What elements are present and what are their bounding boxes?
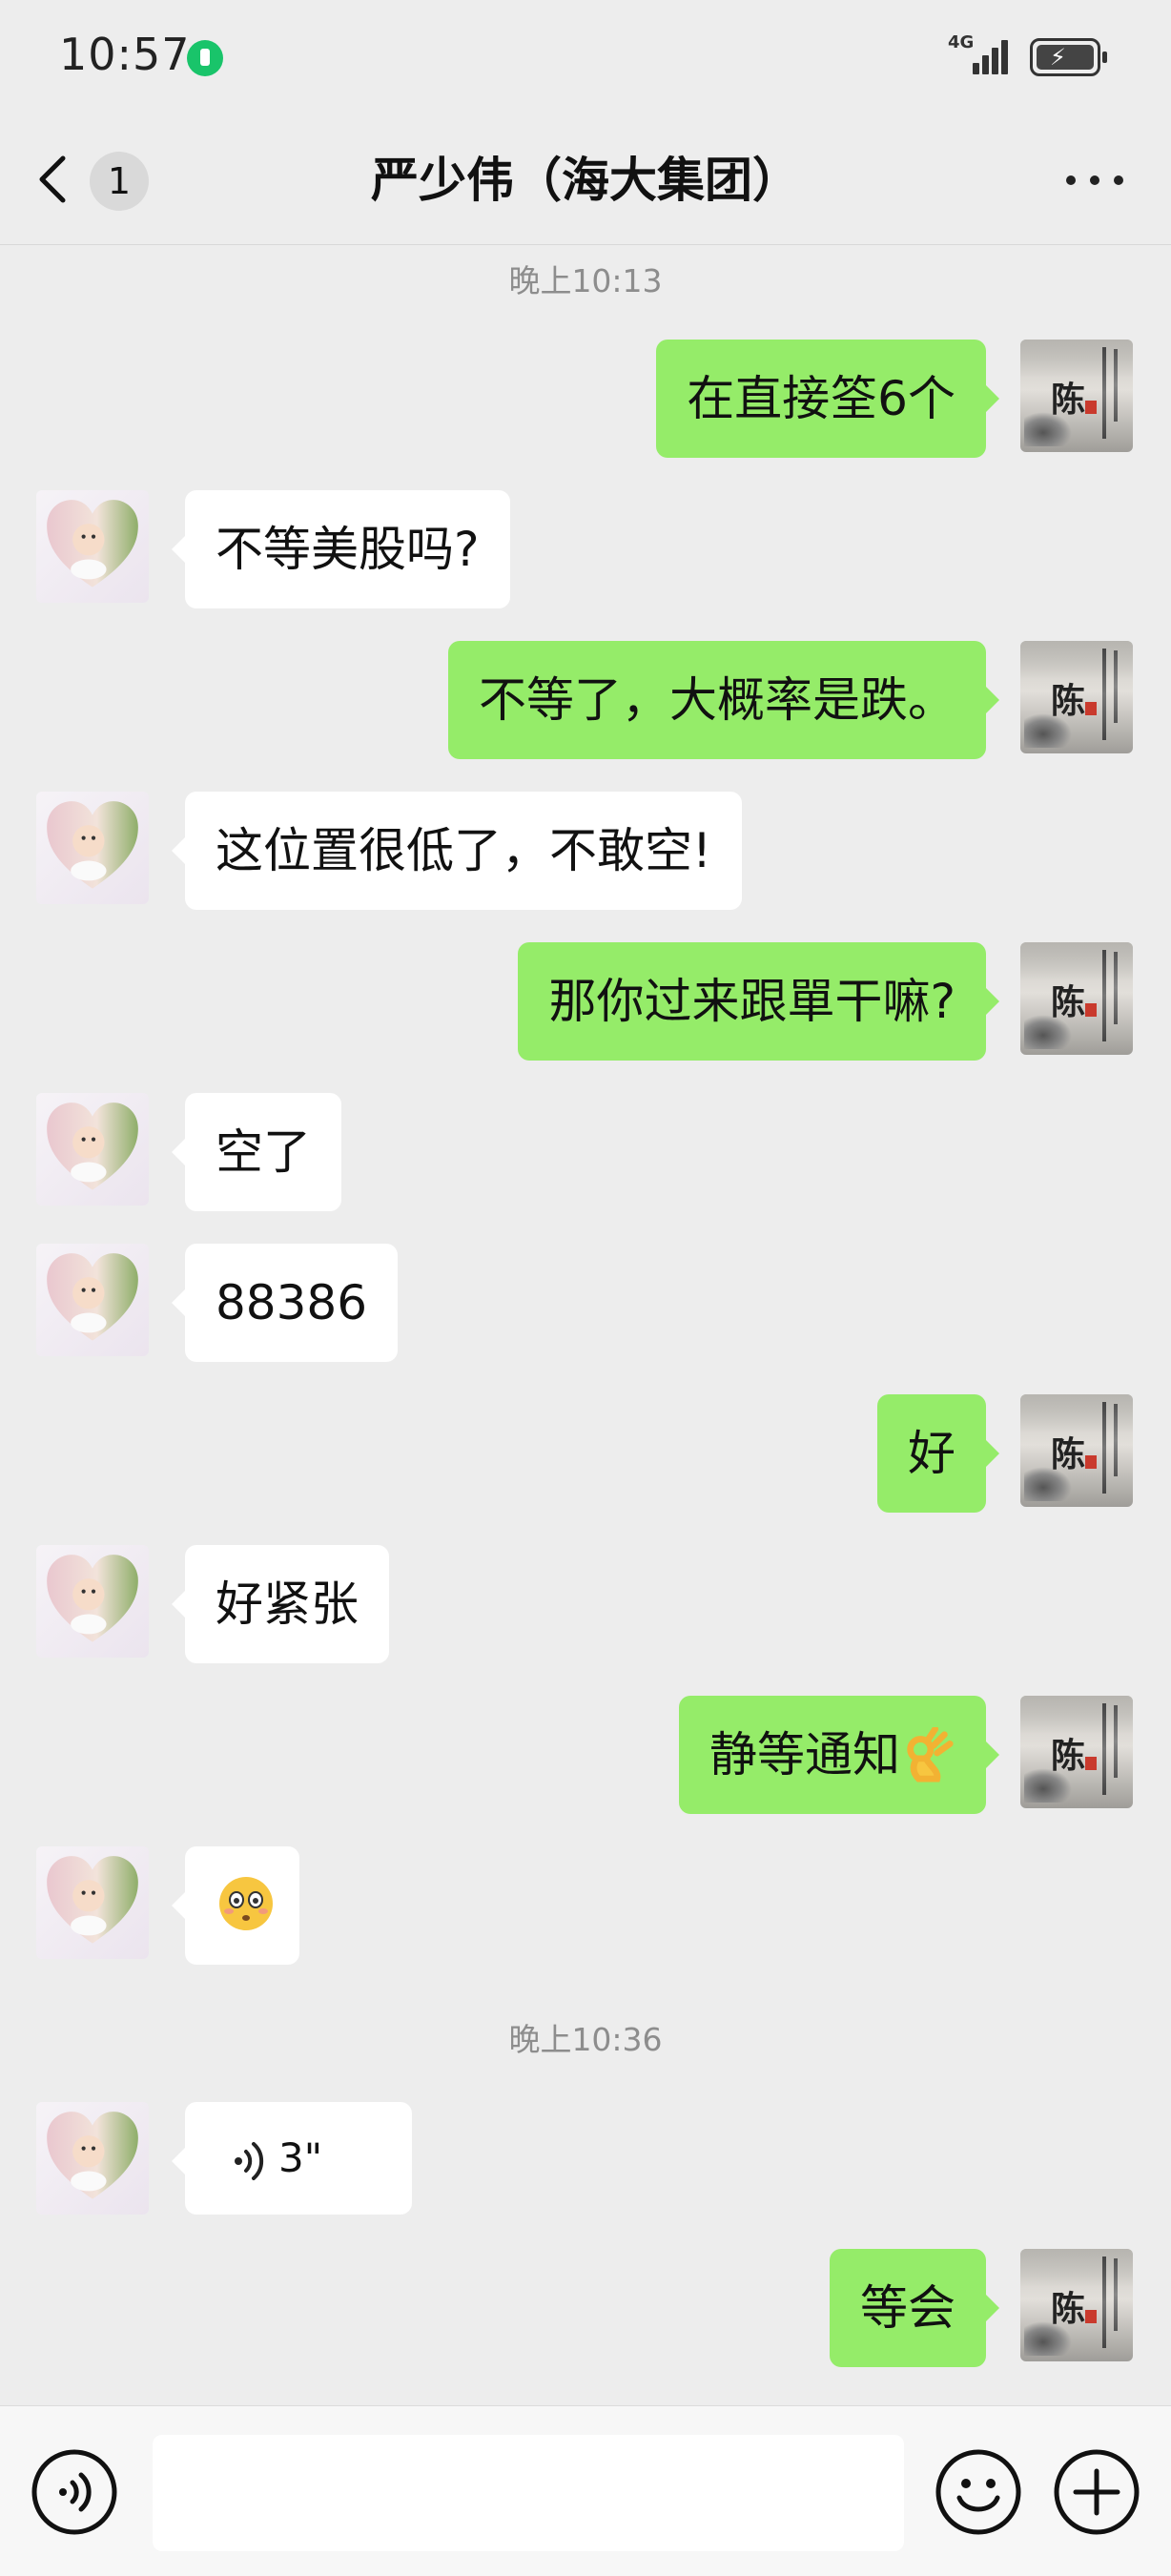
battery-charging-icon: ⚡	[1030, 38, 1107, 76]
message-bubble-self[interactable]: 等会	[830, 2249, 999, 2367]
contact-avatar[interactable]	[36, 1846, 149, 1959]
contact-avatar[interactable]	[36, 1093, 149, 1206]
emoji-button[interactable]	[935, 2448, 1022, 2536]
self-avatar[interactable]: 陈	[1020, 2249, 1133, 2361]
plus-circle-icon	[1054, 2449, 1140, 2535]
message-bubble-contact[interactable]: 88386	[171, 1244, 399, 1362]
self-avatar[interactable]: 陈	[1020, 1696, 1133, 1808]
chat-title: 严少伟（海大集团）	[371, 153, 800, 208]
contact-avatar[interactable]	[36, 490, 149, 603]
emoji-smile-icon	[935, 2449, 1021, 2535]
heart-photo-avatar	[47, 1856, 138, 1944]
message-bubble-contact[interactable]: 空了	[172, 1093, 341, 1211]
network-type: 4G	[948, 32, 975, 52]
heart-photo-avatar	[47, 1253, 138, 1341]
signal-icon: 4G	[948, 34, 1015, 78]
voice-input-button[interactable]	[31, 2448, 118, 2536]
message-bubble-self[interactable]: 不等了，大概率是跌。	[448, 641, 999, 759]
message-bubble-self[interactable]: 那你过来跟單干嘛?	[518, 942, 999, 1061]
message-text: 静等通知	[709, 1727, 900, 1783]
message-timestamp: 晚上10:13	[508, 262, 663, 299]
self-avatar[interactable]: 陈	[1020, 942, 1133, 1055]
message-input[interactable]	[153, 2435, 904, 2551]
self-avatar[interactable]: 陈	[1020, 1394, 1133, 1507]
flushed-face-emoji-icon	[219, 1877, 273, 1930]
contact-avatar[interactable]	[36, 1545, 149, 1658]
message-bubble-self[interactable]: 好	[877, 1394, 999, 1513]
heart-photo-avatar	[47, 2112, 138, 2199]
voice-duration: 3"	[278, 2134, 323, 2181]
message-bubble-self[interactable]: 静等通知	[679, 1696, 999, 1814]
chat-header: 1 严少伟（海大集团）	[0, 116, 1171, 245]
more-functions-button[interactable]	[1053, 2448, 1140, 2536]
chat-input-toolbar	[0, 2405, 1171, 2576]
message-timestamp: 晚上10:36	[508, 2021, 663, 2058]
self-avatar[interactable]: 陈	[1020, 641, 1133, 753]
self-avatar[interactable]: 陈	[1020, 340, 1133, 452]
wechat-activity-icon	[187, 40, 223, 76]
status-bar: 10:57 4G ⚡	[0, 0, 1171, 116]
voice-wave-icon	[235, 2142, 264, 2180]
message-bubble-contact[interactable]: 不等美股吗?	[172, 490, 510, 608]
more-options-button[interactable]	[1066, 166, 1123, 195]
more-dots-icon	[1066, 175, 1076, 185]
heart-photo-avatar	[47, 801, 138, 889]
heart-photo-avatar	[47, 1103, 138, 1190]
message-bubble-self[interactable]: 在直接筌6个	[656, 340, 999, 458]
voice-message-bubble[interactable]: 3"	[172, 2102, 412, 2215]
contact-avatar[interactable]	[36, 792, 149, 904]
contact-avatar[interactable]	[36, 1244, 149, 1356]
heart-photo-avatar	[47, 1555, 138, 1642]
message-bubble-contact[interactable]: 这位置很低了，不敢空!	[171, 792, 743, 910]
message-bubble-contact[interactable]: 好紧张	[172, 1545, 389, 1663]
ok-hand-emoji-icon	[907, 1726, 954, 1783]
status-time: 10:57	[59, 29, 191, 80]
voice-input-icon	[31, 2449, 117, 2535]
contact-avatar[interactable]	[36, 2102, 149, 2215]
message-bubble-contact-emoji[interactable]	[172, 1846, 299, 1965]
heart-photo-avatar	[47, 500, 138, 587]
